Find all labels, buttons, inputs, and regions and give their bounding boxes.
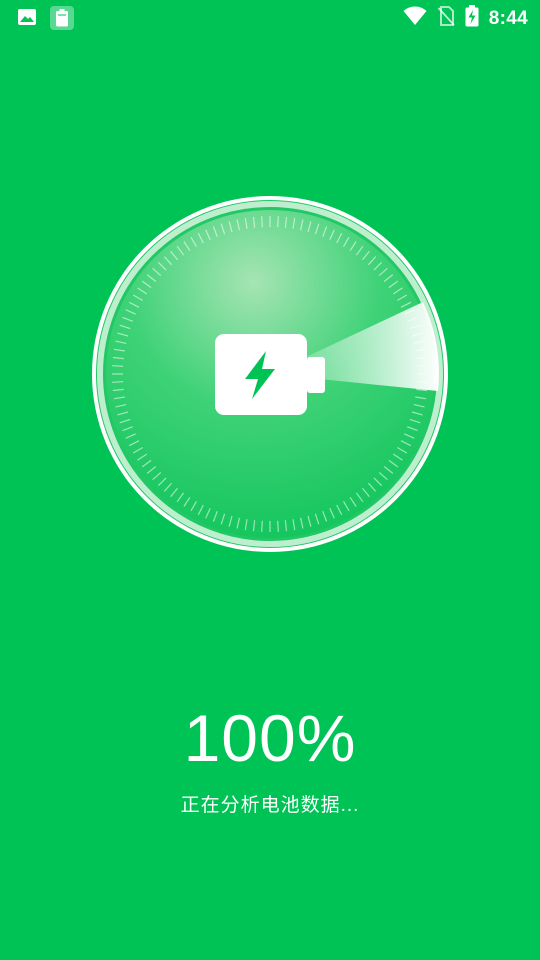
analysis-status-text: 正在分析电池数据... <box>180 795 360 816</box>
system-icons: 8:44 <box>403 5 528 32</box>
battery-analysis-screen: 8:44 100% 正在分析电池数据... <box>0 0 540 960</box>
wifi-icon <box>403 6 427 31</box>
battery-charging-icon <box>465 5 479 32</box>
status-bar: 8:44 <box>0 0 540 36</box>
clock: 8:44 <box>488 7 528 29</box>
notification-icons <box>16 6 74 30</box>
image-icon <box>16 6 38 28</box>
battery-saver-app-icon <box>50 6 74 30</box>
no-sim-icon <box>437 6 455 31</box>
battery-percentage: 100% <box>183 701 357 775</box>
battery-charging-icon <box>212 333 328 417</box>
